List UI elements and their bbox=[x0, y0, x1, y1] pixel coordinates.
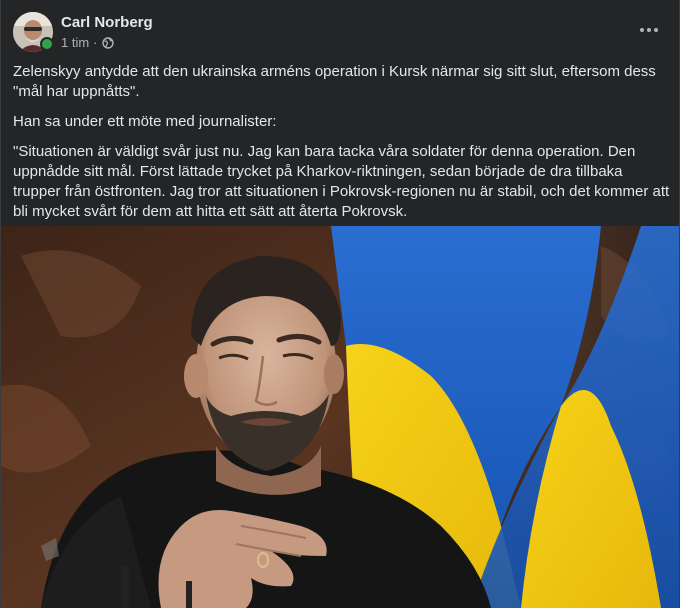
globe-icon[interactable] bbox=[101, 36, 114, 49]
post-photo[interactable] bbox=[1, 226, 679, 608]
more-dot bbox=[640, 28, 644, 32]
post-paragraph: Zelenskyy antydde att den ukrainska armé… bbox=[13, 63, 656, 100]
facebook-post: Carl Norberg 1 tim · Zelenskyy antydde a… bbox=[0, 0, 680, 608]
more-dot bbox=[647, 28, 651, 32]
post-time[interactable]: 1 tim bbox=[61, 35, 89, 50]
post-text: Zelenskyy antydde att den ukrainska armé… bbox=[13, 62, 673, 232]
post-header: Carl Norberg 1 tim · bbox=[13, 12, 667, 56]
photo-image bbox=[1, 226, 679, 608]
more-options-icon[interactable] bbox=[631, 16, 667, 44]
post-paragraph: "Situationen är väldigt svår just nu. Ja… bbox=[13, 143, 670, 220]
meta-separator: · bbox=[93, 35, 98, 50]
online-status-dot bbox=[40, 37, 54, 51]
more-dot bbox=[654, 28, 658, 32]
post-paragraph: Han sa under ett möte med journalister: bbox=[13, 113, 277, 130]
post-meta: 1 tim · bbox=[61, 35, 114, 50]
author-name[interactable]: Carl Norberg bbox=[61, 14, 153, 31]
author-avatar[interactable] bbox=[13, 12, 54, 52]
